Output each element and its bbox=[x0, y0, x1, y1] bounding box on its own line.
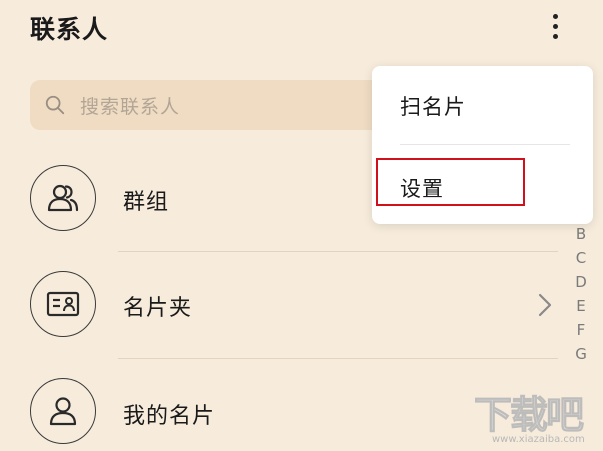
search-placeholder: 搜索联系人 bbox=[80, 95, 181, 118]
divider bbox=[118, 358, 558, 359]
watermark-url: www.xiazaiba.com bbox=[492, 434, 585, 445]
list-item-label: 我的名片 bbox=[123, 404, 216, 429]
watermark-text: 下载吧 bbox=[473, 393, 584, 438]
menu-item-scan-card[interactable]: 扫名片 bbox=[372, 76, 593, 136]
index-letter[interactable]: G bbox=[575, 342, 587, 366]
more-dot bbox=[552, 33, 558, 39]
list-item-card-holder[interactable]: 名片夹 bbox=[0, 256, 603, 356]
divider bbox=[118, 251, 558, 252]
index-letter[interactable]: C bbox=[576, 246, 586, 270]
person-icon bbox=[30, 378, 96, 444]
alphabet-index[interactable]: B C D E F G bbox=[572, 222, 590, 366]
group-icon bbox=[30, 165, 96, 231]
index-letter[interactable]: D bbox=[575, 270, 587, 294]
card-holder-icon bbox=[30, 271, 96, 337]
search-icon bbox=[45, 95, 65, 115]
chevron-right-icon bbox=[538, 293, 552, 317]
index-letter[interactable]: E bbox=[576, 294, 585, 318]
page-title: 联系人 bbox=[30, 15, 109, 44]
menu-divider bbox=[400, 144, 570, 145]
index-letter[interactable]: F bbox=[577, 318, 586, 342]
highlight-box bbox=[376, 158, 525, 206]
watermark-logo: 下载吧 www.xiazaiba.com bbox=[470, 380, 600, 450]
more-options-button[interactable] bbox=[540, 6, 570, 46]
index-letter[interactable]: B bbox=[576, 222, 586, 246]
more-vertical-icon bbox=[552, 13, 558, 19]
list-item-label: 名片夹 bbox=[123, 296, 193, 321]
list-item-label: 群组 bbox=[123, 190, 170, 215]
more-dot bbox=[552, 23, 558, 29]
